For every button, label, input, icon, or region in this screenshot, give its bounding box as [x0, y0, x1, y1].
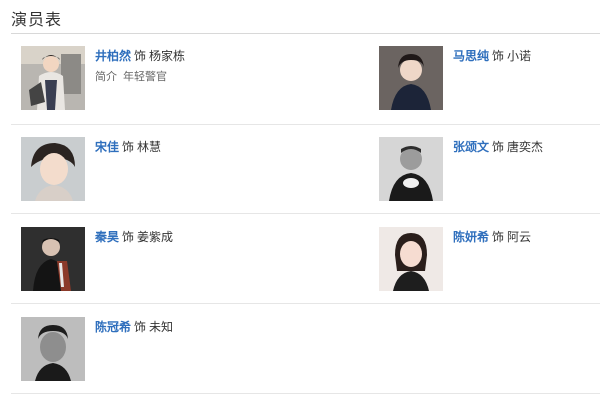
actor-name[interactable]: 陈妍希 — [453, 230, 489, 244]
cast-header: 演员表 — [0, 0, 600, 34]
cast-card: 秦昊饰姜紫成 — [21, 227, 261, 293]
actor-photo[interactable] — [379, 227, 443, 291]
portrait-icon — [379, 137, 443, 201]
intro-line: 简介 年轻警官 — [95, 68, 167, 84]
cast-card: 马思纯饰小诺 — [379, 46, 600, 112]
portrait-icon — [379, 46, 443, 110]
actor-name[interactable]: 秦昊 — [95, 230, 119, 244]
cast-info: 宋佳饰林慧 — [95, 138, 161, 156]
actor-name[interactable]: 陈冠希 — [95, 320, 131, 334]
as-label: 饰 — [134, 320, 147, 334]
actor-name[interactable]: 井柏然 — [95, 49, 131, 63]
as-label: 饰 — [122, 230, 135, 244]
cast-card: 陈冠希饰未知 — [21, 317, 261, 383]
cast-info: 陈妍希饰阿云 — [453, 228, 531, 246]
cast-info: 马思纯饰小诺 — [453, 47, 531, 65]
portrait-icon — [21, 46, 85, 110]
as-label: 饰 — [122, 140, 135, 154]
actor-photo[interactable] — [379, 46, 443, 110]
row-divider — [11, 303, 600, 304]
as-label: 饰 — [492, 230, 505, 244]
row-divider — [11, 213, 600, 214]
header-divider — [11, 33, 600, 34]
cast-info: 张颂文饰唐奕杰 — [453, 138, 543, 156]
cast-card: 张颂文饰唐奕杰 — [379, 137, 600, 203]
actor-name[interactable]: 宋佳 — [95, 140, 119, 154]
role-name: 唐奕杰 — [507, 140, 544, 154]
portrait-icon — [379, 227, 443, 291]
actor-photo[interactable] — [21, 137, 85, 201]
portrait-icon — [21, 137, 85, 201]
portrait-icon — [21, 227, 85, 291]
portrait-icon — [21, 317, 85, 381]
cast-card: 宋佳饰林慧 — [21, 137, 261, 203]
role-name: 阿云 — [507, 230, 532, 244]
cast-info: 井柏然饰杨家栋 — [95, 47, 185, 65]
actor-name[interactable]: 马思纯 — [453, 49, 489, 63]
role-name: 姜紫成 — [137, 230, 174, 244]
role-name: 小诺 — [507, 49, 532, 63]
actor-photo[interactable] — [21, 317, 85, 381]
role-name: 林慧 — [137, 140, 162, 154]
as-label: 饰 — [492, 49, 505, 63]
as-label: 饰 — [492, 140, 505, 154]
intro-label: 简介 — [95, 70, 117, 83]
page-title: 演员表 — [11, 10, 63, 29]
row-divider — [11, 124, 600, 125]
actor-photo[interactable] — [379, 137, 443, 201]
intro-text: 年轻警官 — [123, 70, 167, 83]
cast-info: 陈冠希饰未知 — [95, 318, 173, 336]
cast-card: 陈妍希饰阿云 — [379, 227, 600, 293]
cast-card: 井柏然饰杨家栋 简介 年轻警官 — [21, 46, 261, 112]
as-label: 饰 — [134, 49, 147, 63]
role-name: 杨家栋 — [149, 49, 186, 63]
role-name: 未知 — [149, 320, 174, 334]
row-divider — [11, 393, 600, 394]
actor-photo[interactable] — [21, 227, 85, 291]
actor-name[interactable]: 张颂文 — [453, 140, 489, 154]
actor-photo[interactable] — [21, 46, 85, 110]
cast-info: 秦昊饰姜紫成 — [95, 228, 173, 246]
